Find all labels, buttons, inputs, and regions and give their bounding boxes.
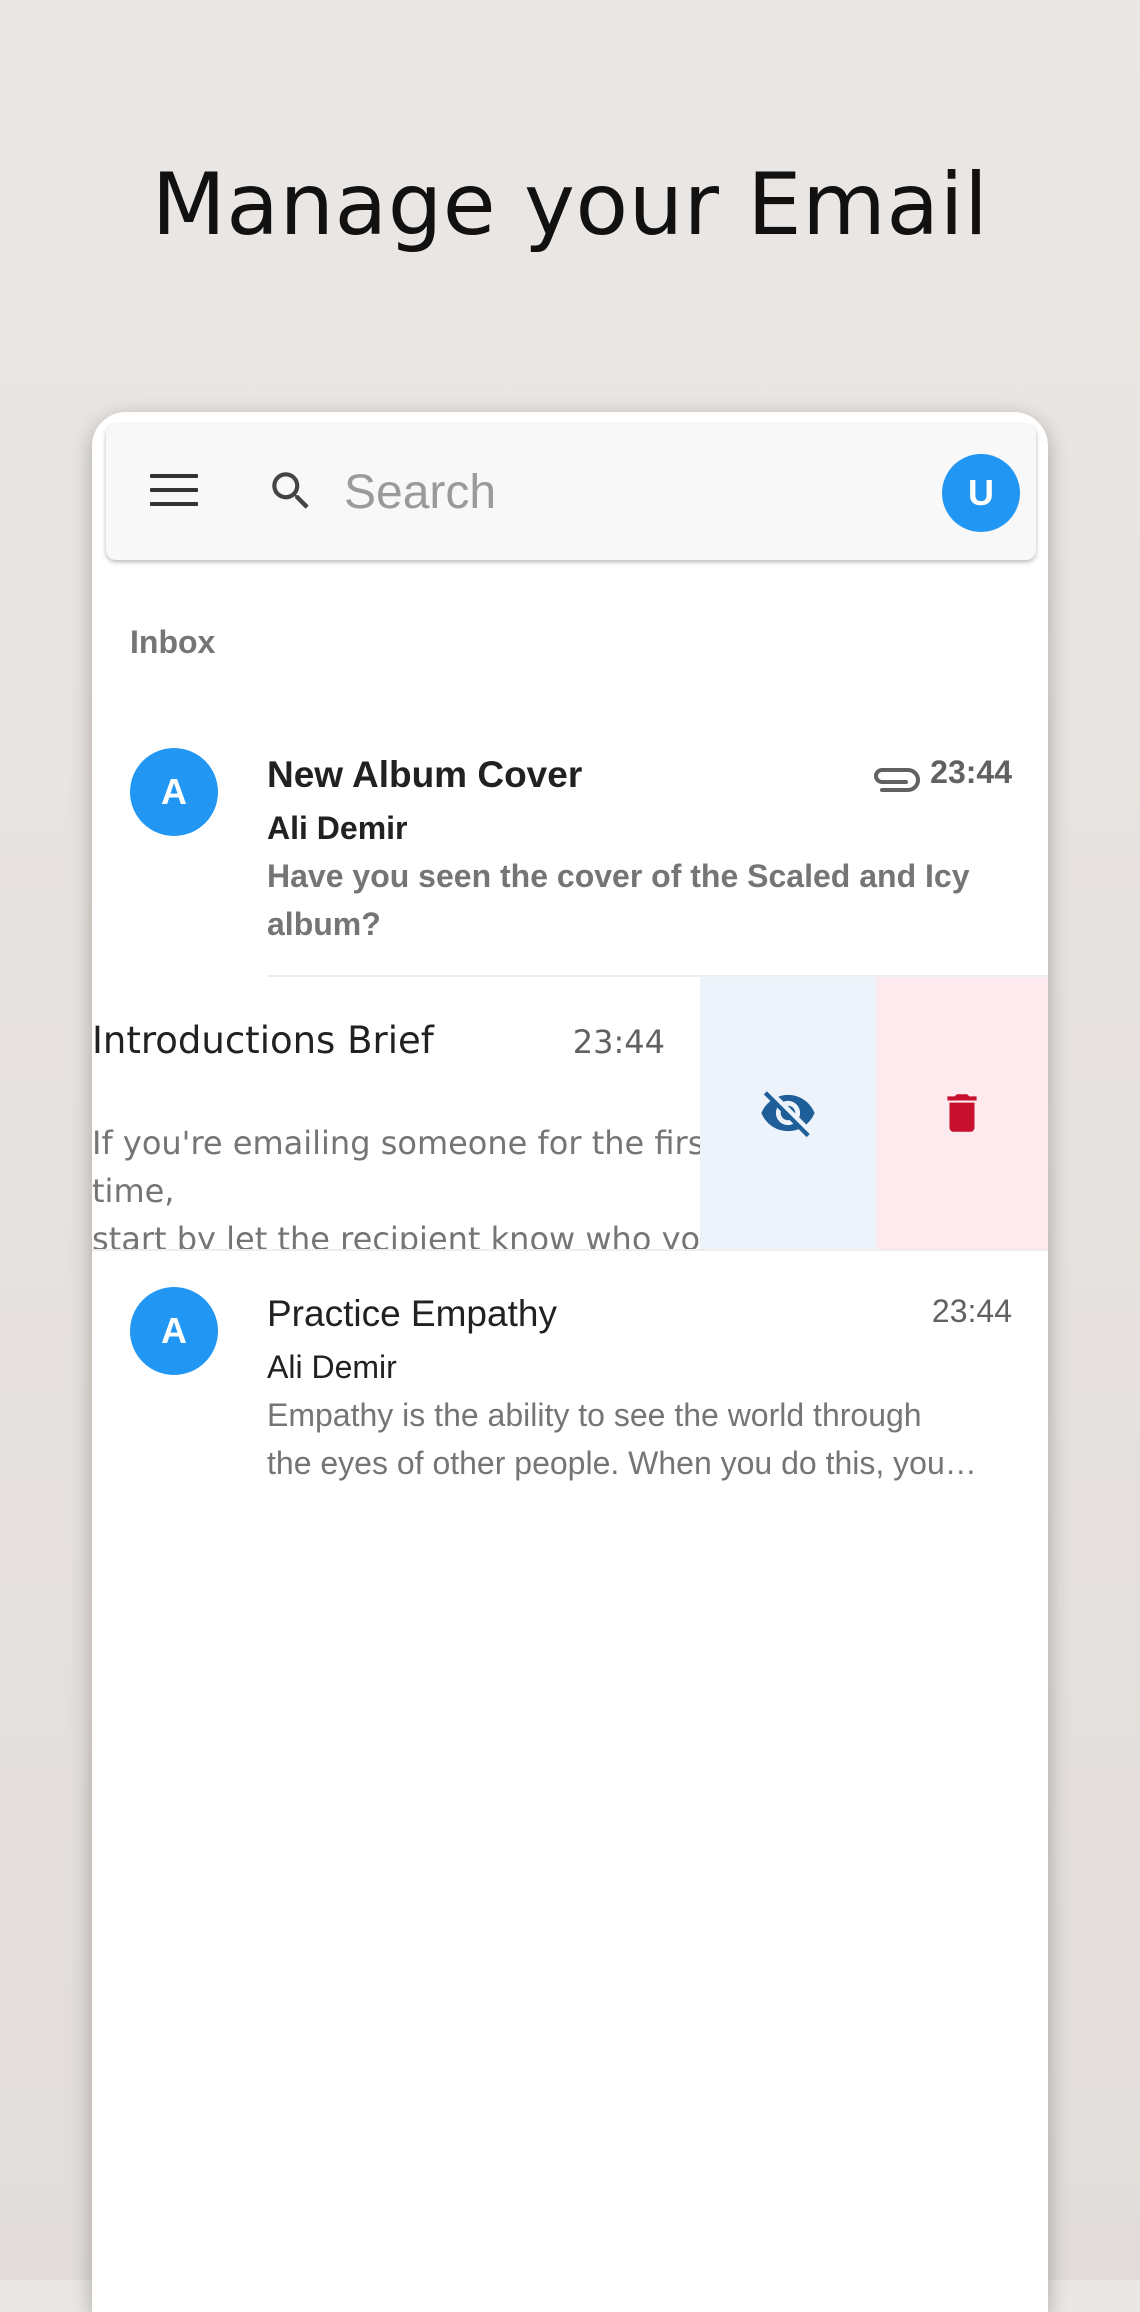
email-item-swiped[interactable]: Introductions Brief If you're emailing s… [92, 977, 1048, 1249]
user-avatar[interactable]: U [942, 454, 1020, 532]
email-subject: Introductions Brief [92, 1019, 434, 1062]
email-time: 23:44 [930, 754, 1012, 790]
email-preview: Empathy is the ability to see the world … [267, 1397, 977, 1481]
email-preview: If you're emailing someone for the first… [92, 1124, 721, 1249]
search-bar: U [106, 424, 1036, 560]
email-subject: Practice Empathy [267, 1293, 557, 1334]
phone-screen: U Inbox A New Album Cover Ali Demir Have… [92, 412, 1048, 2312]
menu-icon[interactable] [150, 474, 198, 510]
hide-email-button[interactable] [700, 977, 876, 1249]
email-subject: New Album Cover [267, 754, 583, 795]
sender-avatar: A [130, 748, 218, 836]
delete-email-button[interactable] [876, 977, 1048, 1249]
swiped-email-content[interactable]: Introductions Brief If you're emailing s… [92, 977, 720, 1249]
email-sender: Ali Demir [267, 810, 408, 846]
email-time: 23:44 [572, 1023, 665, 1061]
attachment-icon [874, 768, 920, 792]
headline: Manage your Email [151, 155, 989, 255]
sender-avatar: A [130, 1287, 218, 1375]
search-icon [272, 472, 309, 509]
email-sender: Ali Demir [267, 1349, 397, 1385]
eye-off-icon [761, 1091, 815, 1138]
email-item-practice-empathy[interactable]: A Practice Empathy Ali Demir Empathy is … [92, 1251, 1048, 1516]
email-preview: Have you seen the cover of the Scaled an… [267, 858, 970, 942]
search-input[interactable] [344, 454, 904, 530]
email-time: 23:44 [931, 1293, 1012, 1329]
inbox-label: Inbox [130, 624, 216, 660]
email-item-new-album-cover[interactable]: A New Album Cover Ali Demir Have you see… [92, 712, 1048, 977]
trash-icon [947, 1094, 977, 1132]
